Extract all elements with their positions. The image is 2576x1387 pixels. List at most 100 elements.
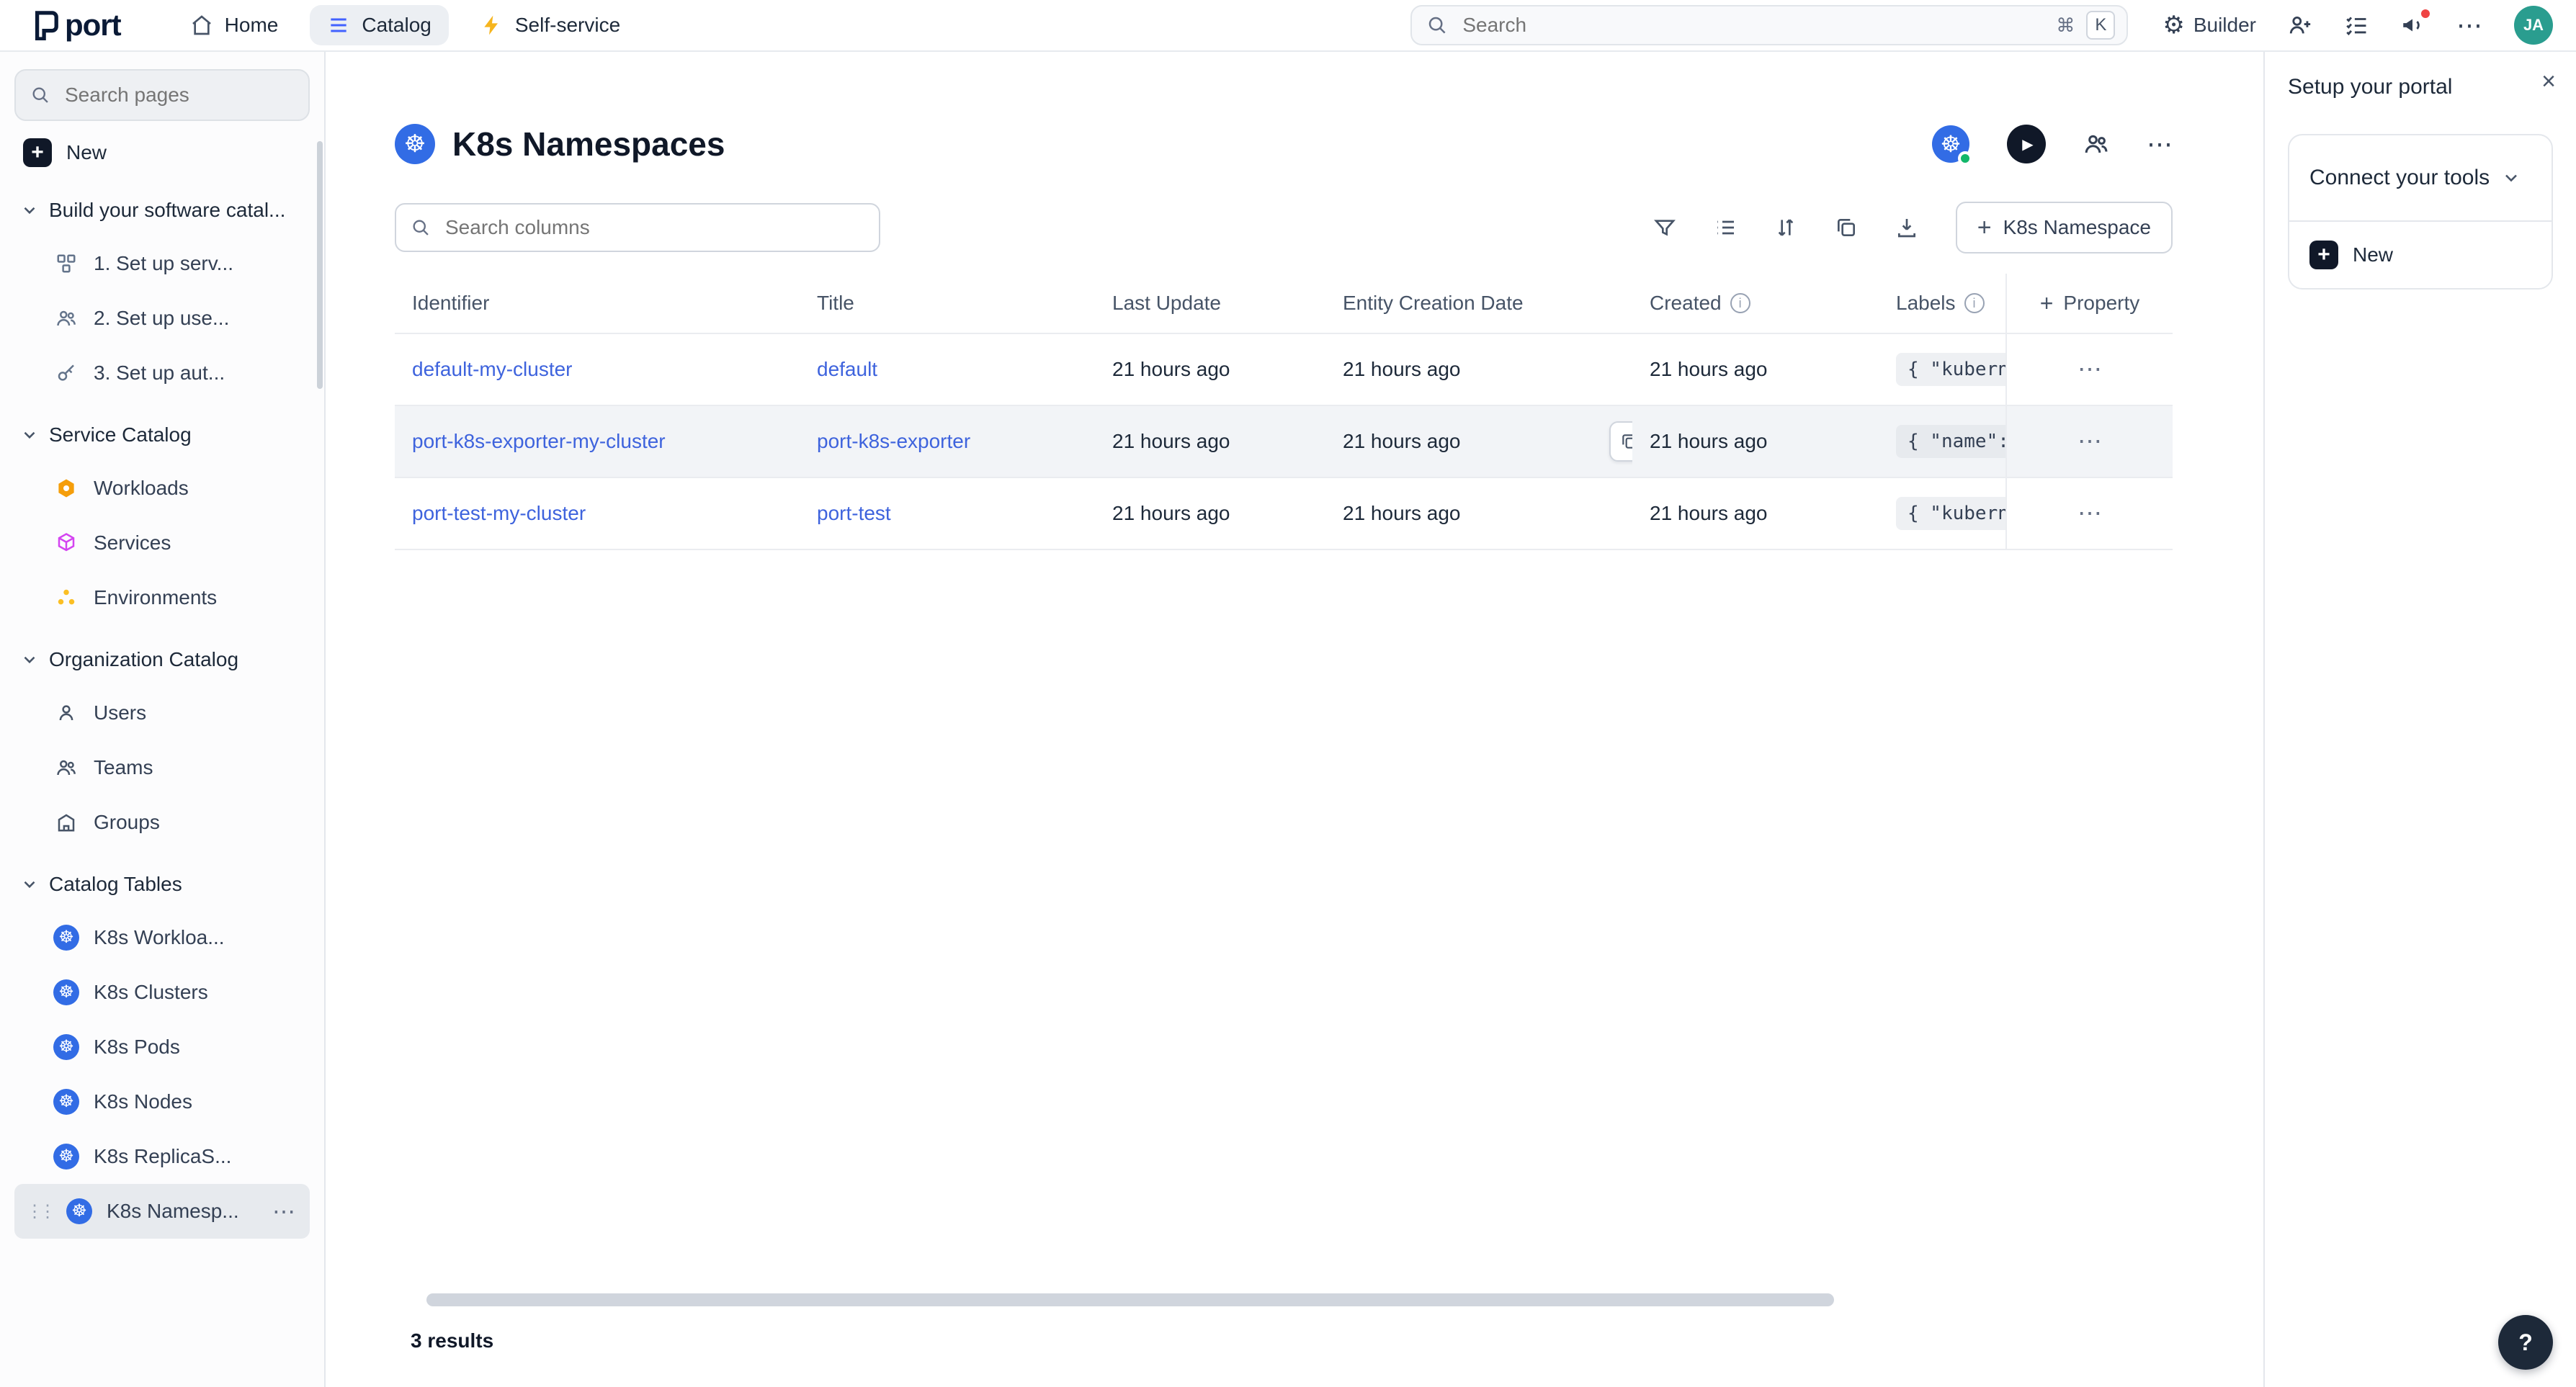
port-logo-icon xyxy=(32,10,59,40)
sidebar-new-button[interactable]: + New xyxy=(14,121,310,176)
team-icon xyxy=(53,757,79,778)
sidebar-item-users[interactable]: Users xyxy=(14,686,310,740)
column-header-last-update[interactable]: Last Update xyxy=(1095,274,1325,333)
main-content: ☸ K8s Namespaces ☸ ▶ ⋯ xyxy=(326,52,2263,1387)
gear-icon: ⚙ xyxy=(2163,13,2184,37)
sidebar-item-k8s-nodes[interactable]: ☸ K8s Nodes xyxy=(14,1074,310,1129)
copy-value-button[interactable] xyxy=(1609,421,1632,462)
add-entity-button[interactable]: + K8s Namespace xyxy=(1956,202,2173,253)
close-icon[interactable]: × xyxy=(2541,69,2556,94)
user-avatar[interactable]: JA xyxy=(2514,6,2553,45)
sidebar-item-setup-auth[interactable]: 3. Set up aut... xyxy=(14,346,310,400)
manage-columns-button[interactable] xyxy=(1835,216,1858,239)
sidebar-item-k8s-replicasets[interactable]: ☸ K8s ReplicaS... xyxy=(14,1129,310,1184)
data-source-button[interactable]: ☸ xyxy=(1932,125,1969,163)
item-more-icon[interactable]: ⋯ xyxy=(272,1198,310,1225)
sidebar-item-setup-users[interactable]: 2. Set up use... xyxy=(14,291,310,346)
play-button[interactable]: ▶ xyxy=(2007,125,2046,163)
tab-self-service[interactable]: Self-service xyxy=(463,5,638,45)
cell-entity-creation-date: 21 hours ago xyxy=(1325,406,1632,477)
checklist-button[interactable] xyxy=(2344,13,2369,37)
global-search[interactable]: ⌘ K xyxy=(1410,5,2128,45)
table-row[interactable]: port-k8s-exporter-my-cluster port-k8s-ex… xyxy=(395,406,2173,478)
entities-table: Identifier Title Last Update Entity Crea… xyxy=(395,274,2173,550)
tab-catalog[interactable]: Catalog xyxy=(310,5,449,45)
labels-chip[interactable]: { "kubernetes xyxy=(1896,353,2005,386)
title-link[interactable]: port-k8s-exporter xyxy=(817,430,970,453)
export-button[interactable] xyxy=(1895,216,1918,239)
sidebar-scrollbar[interactable] xyxy=(317,141,323,389)
sidebar-group-build[interactable]: Build your software catal... xyxy=(14,184,310,236)
row-actions-icon[interactable]: ⋯ xyxy=(2078,427,2102,456)
column-header-entity-creation-date[interactable]: Entity Creation Date xyxy=(1325,274,1632,333)
sidebar-search-input[interactable] xyxy=(62,82,294,108)
announcements-button[interactable] xyxy=(2400,13,2425,37)
port-logo[interactable]: port xyxy=(32,8,121,42)
panel-new-button[interactable]: + New xyxy=(2289,220,2552,288)
sidebar-item-label: K8s ReplicaS... xyxy=(94,1145,231,1168)
identifier-link[interactable]: port-k8s-exporter-my-cluster xyxy=(412,430,666,453)
more-options-button[interactable]: ⋯ xyxy=(2456,12,2482,38)
title-link[interactable]: default xyxy=(817,358,877,381)
connect-tools-toggle[interactable]: Connect your tools xyxy=(2289,135,2552,220)
topbar: port Home Catalog Self-service ⌘ K ⚙ Bui… xyxy=(0,0,2576,52)
column-header-identifier[interactable]: Identifier xyxy=(395,274,800,333)
chevron-down-icon xyxy=(20,875,39,894)
chevron-down-icon xyxy=(20,650,39,669)
sidebar-item-teams[interactable]: Teams xyxy=(14,740,310,795)
drag-handle-icon[interactable]: ⋮⋮ xyxy=(26,1201,52,1222)
sidebar-group-organization-catalog[interactable]: Organization Catalog xyxy=(14,634,310,686)
search-columns-input[interactable] xyxy=(442,215,864,241)
column-header-title[interactable]: Title xyxy=(800,274,1095,333)
labels-chip[interactable]: { "name": "por xyxy=(1896,425,2005,458)
sidebar-item-workloads[interactable]: Workloads xyxy=(14,461,310,516)
tab-home[interactable]: Home xyxy=(173,5,296,45)
identifier-link[interactable]: default-my-cluster xyxy=(412,358,573,381)
sidebar-item-k8s-pods[interactable]: ☸ K8s Pods xyxy=(14,1020,310,1074)
table-row[interactable]: port-test-my-cluster port-test 21 hours … xyxy=(395,478,2173,550)
identifier-link[interactable]: port-test-my-cluster xyxy=(412,502,586,525)
search-columns[interactable] xyxy=(395,203,880,252)
checklist-icon xyxy=(2344,13,2369,37)
sidebar-item-environments[interactable]: Environments xyxy=(14,570,310,625)
cell-entity-creation-date: 21 hours ago xyxy=(1325,478,1632,549)
add-property-button[interactable]: + Property xyxy=(2005,274,2173,333)
tab-home-label: Home xyxy=(225,14,279,37)
global-search-input[interactable] xyxy=(1459,12,2044,38)
sidebar-group-service-catalog[interactable]: Service Catalog xyxy=(14,409,310,461)
invite-users-button[interactable] xyxy=(2288,13,2312,37)
table-row[interactable]: default-my-cluster default 21 hours ago … xyxy=(395,334,2173,406)
topbar-actions: ⚙ Builder ⋯ JA xyxy=(2163,6,2553,45)
sidebar-item-k8s-clusters[interactable]: ☸ K8s Clusters xyxy=(14,965,310,1020)
filter-button[interactable] xyxy=(1653,216,1676,239)
cell-actions: ⋯ xyxy=(2005,334,2173,405)
sidebar-item-groups[interactable]: Groups xyxy=(14,795,310,850)
row-actions-icon[interactable]: ⋯ xyxy=(2078,355,2102,384)
sidebar-item-setup-service[interactable]: 1. Set up serv... xyxy=(14,236,310,291)
sidebar-search[interactable] xyxy=(14,69,310,121)
ellipsis-icon: ⋯ xyxy=(2456,12,2482,38)
sidebar-item-k8s-workloads[interactable]: ☸ K8s Workloa... xyxy=(14,910,310,965)
builder-button[interactable]: ⚙ Builder xyxy=(2163,13,2256,37)
bolt-icon xyxy=(480,14,504,37)
title-link[interactable]: port-test xyxy=(817,502,891,525)
results-count: 3 results xyxy=(411,1329,493,1352)
horizontal-scrollbar[interactable] xyxy=(426,1293,1834,1306)
sidebar-group-catalog-tables[interactable]: Catalog Tables xyxy=(14,858,310,910)
page-more-icon[interactable]: ⋯ xyxy=(2147,131,2173,157)
column-header-labels[interactable]: Labels i xyxy=(1879,274,2005,333)
cell-created: 21 hours ago xyxy=(1632,334,1879,405)
group-by-button[interactable] xyxy=(1714,216,1737,239)
sort-button[interactable] xyxy=(1774,216,1797,239)
tab-self-service-label: Self-service xyxy=(515,14,620,37)
cell-labels: { "kubernetes xyxy=(1879,334,2005,405)
sidebar-item-label: 2. Set up use... xyxy=(94,307,229,330)
permissions-button[interactable] xyxy=(2083,131,2109,157)
sidebar-item-label: Workloads xyxy=(94,477,189,500)
help-button[interactable]: ? xyxy=(2498,1315,2553,1370)
sidebar-item-k8s-namespaces[interactable]: ⋮⋮ ☸ K8s Namesp... ⋯ xyxy=(14,1184,310,1239)
row-actions-icon[interactable]: ⋯ xyxy=(2078,499,2102,528)
column-header-created[interactable]: Created i xyxy=(1632,274,1879,333)
labels-chip[interactable]: { "kubernetes xyxy=(1896,497,2005,530)
sidebar-item-services[interactable]: Services xyxy=(14,516,310,570)
